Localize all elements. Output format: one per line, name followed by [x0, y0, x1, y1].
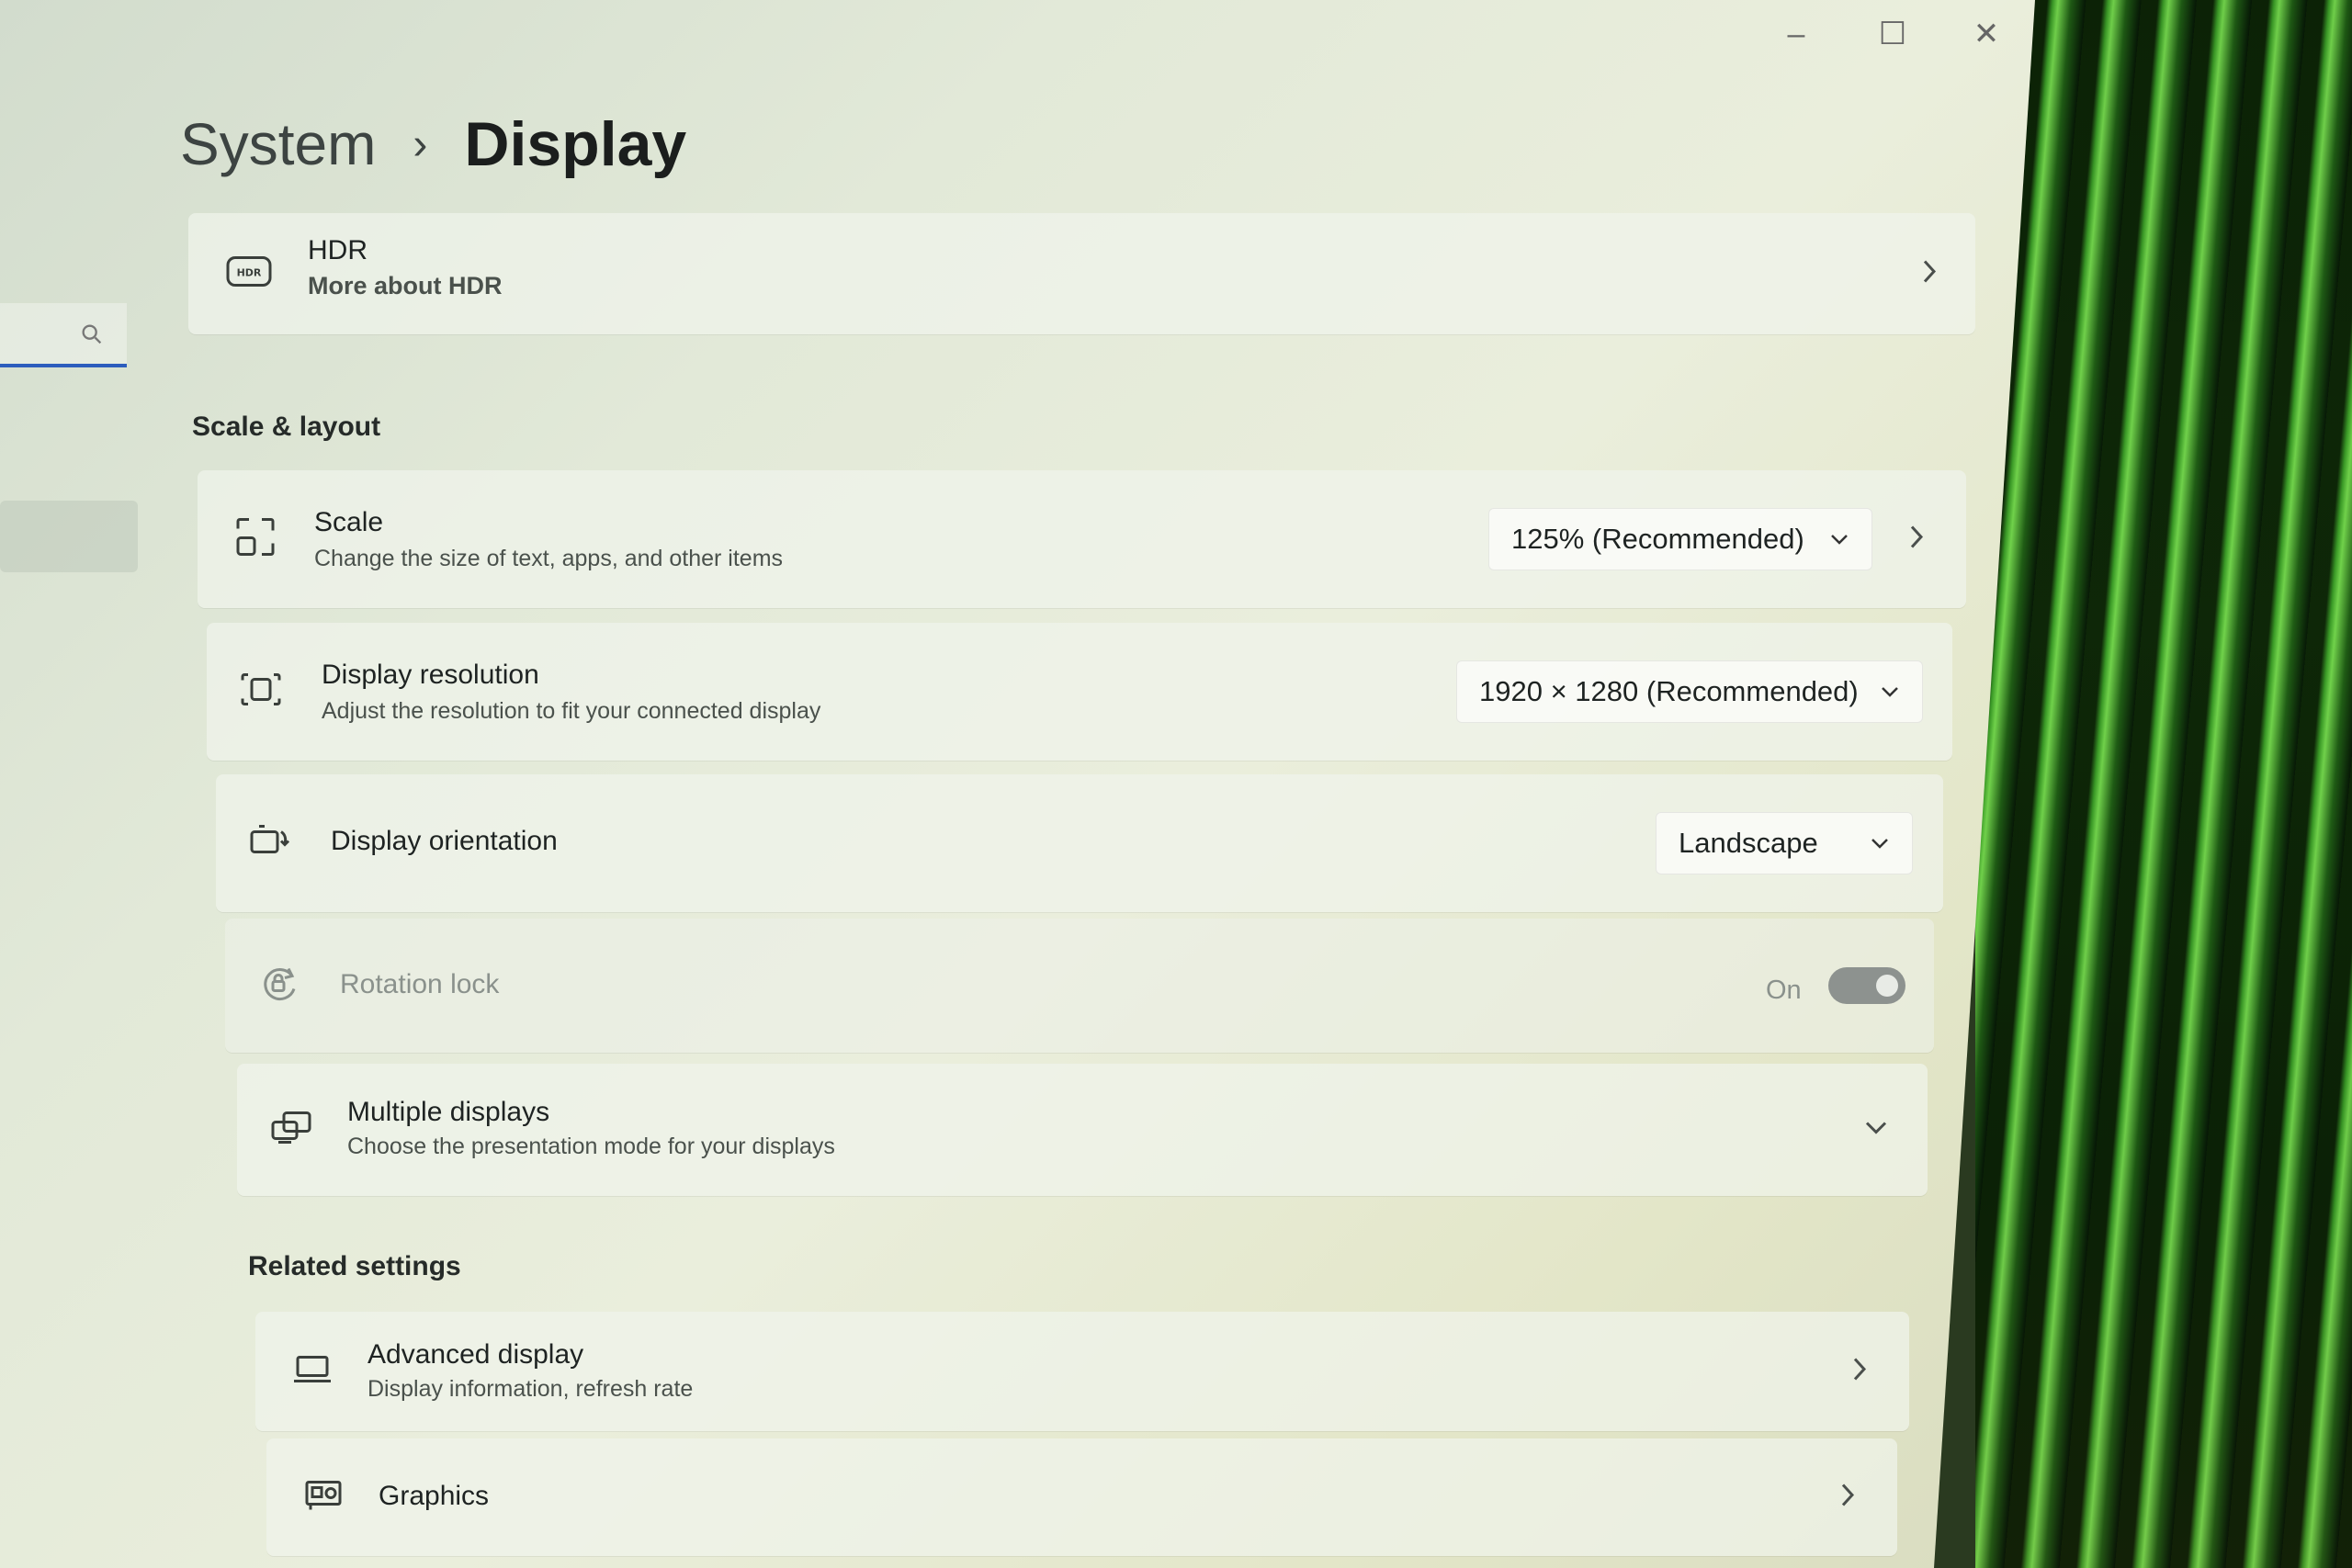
orientation-value: Landscape	[1679, 827, 1818, 859]
scale-value: 125% (Recommended)	[1511, 523, 1804, 555]
rotation-lock-card: Rotation lock On	[225, 919, 1934, 1053]
scale-icon	[234, 516, 277, 563]
chevron-right-icon	[1850, 1355, 1869, 1389]
chevron-down-icon[interactable]	[1863, 1120, 1889, 1141]
settings-window: – ☐ ✕ System › Display HDR HDR More abou…	[0, 0, 2035, 1568]
scale-subtitle: Change the size of text, apps, and other…	[314, 546, 784, 571]
chevron-right-icon: ›	[413, 119, 428, 169]
svg-text:HDR: HDR	[237, 267, 262, 279]
maximize-button[interactable]: ☐	[1865, 11, 1920, 57]
more-about-hdr-link[interactable]: More about HDR	[308, 272, 503, 300]
resolution-dropdown[interactable]: 1920 × 1280 (Recommended)	[1456, 660, 1923, 723]
scale-layout-heading: Scale & layout	[192, 412, 381, 442]
rotation-lock-toggle	[1828, 967, 1905, 1004]
resolution-title: Display resolution	[322, 660, 539, 690]
toggle-knob	[1876, 975, 1898, 997]
breadcrumb-system[interactable]: System	[180, 110, 376, 178]
close-button[interactable]: ✕	[1959, 11, 2014, 57]
advanced-display-title: Advanced display	[368, 1339, 584, 1370]
related-settings-heading: Related settings	[248, 1251, 461, 1281]
graphics-card[interactable]: Graphics	[266, 1438, 1897, 1556]
multiple-displays-card[interactable]: Multiple displays Choose the presentatio…	[237, 1064, 1928, 1196]
desktop-wallpaper	[1975, 0, 2352, 1568]
hdr-card[interactable]: HDR HDR More about HDR	[188, 213, 1975, 334]
orientation-title: Display orientation	[331, 826, 558, 856]
resolution-value: 1920 × 1280 (Recommended)	[1479, 675, 1859, 707]
chevron-down-icon	[1882, 687, 1898, 697]
chevron-right-icon	[1920, 257, 1939, 291]
scale-dropdown[interactable]: 125% (Recommended)	[1488, 508, 1872, 570]
sidebar-item-system[interactable]	[0, 501, 138, 572]
breadcrumb: System › Display	[180, 108, 686, 180]
chevron-down-icon	[1871, 839, 1888, 849]
scale-card[interactable]: Scale Change the size of text, apps, and…	[198, 470, 1966, 608]
resolution-icon	[239, 671, 283, 713]
laptop-icon	[292, 1354, 333, 1390]
hdr-icon: HDR	[225, 254, 273, 295]
search-icon	[82, 324, 102, 344]
advanced-display-subtitle: Display information, refresh rate	[368, 1376, 694, 1402]
search-input[interactable]	[0, 303, 127, 367]
multiple-displays-subtitle: Choose the presentation mode for your di…	[347, 1134, 835, 1159]
scale-title: Scale	[314, 507, 384, 537]
graphics-title: Graphics	[379, 1481, 490, 1511]
resolution-subtitle: Adjust the resolution to fit your connec…	[322, 698, 821, 724]
rotation-lock-state: On	[1766, 976, 1802, 1005]
chevron-right-icon[interactable]	[1907, 523, 1926, 557]
page-title: Display	[464, 109, 687, 179]
advanced-display-card[interactable]: Advanced display Display information, re…	[255, 1312, 1909, 1431]
display-resolution-card[interactable]: Display resolution Adjust the resolution…	[207, 623, 1952, 761]
rotation-lock-title: Rotation lock	[340, 969, 500, 999]
display-orientation-card[interactable]: Display orientation Landscape	[216, 774, 1943, 912]
chevron-down-icon	[1831, 535, 1848, 545]
hdr-title: HDR	[308, 235, 368, 265]
chevron-right-icon	[1838, 1481, 1857, 1515]
orientation-dropdown[interactable]: Landscape	[1656, 812, 1913, 874]
minimize-button[interactable]: –	[1769, 11, 1824, 57]
multiple-displays-icon	[269, 1110, 313, 1151]
graphics-card-icon	[303, 1479, 344, 1517]
multiple-displays-title: Multiple displays	[347, 1097, 550, 1127]
orientation-icon	[248, 823, 292, 864]
rotation-lock-icon	[257, 962, 301, 1010]
